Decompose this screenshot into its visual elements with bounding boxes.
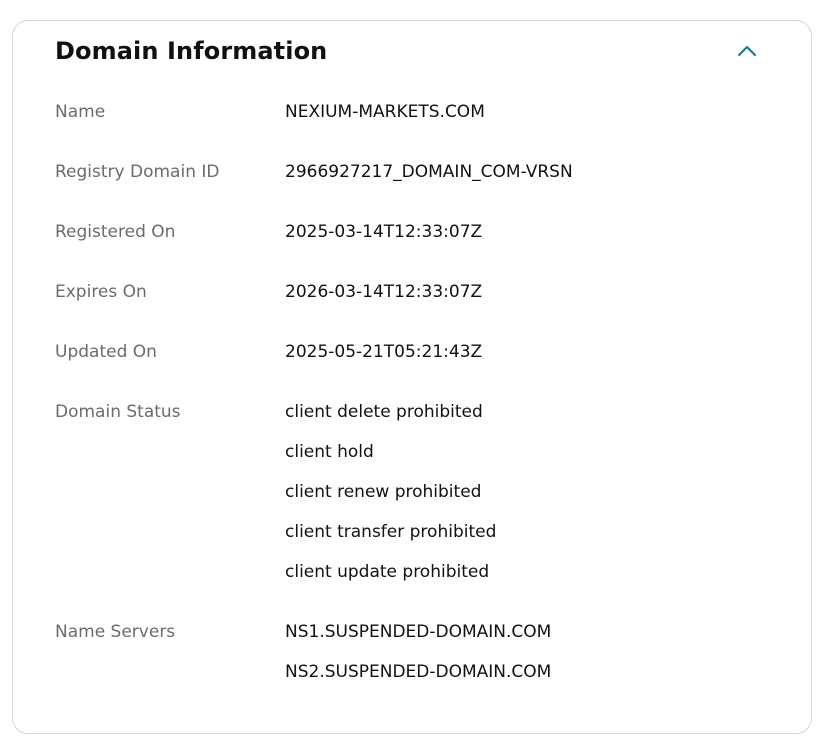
updated-on-label: Updated On (55, 342, 157, 362)
chevron-up-icon (737, 45, 757, 57)
registry-domain-id-label: Registry Domain ID (55, 162, 220, 182)
domain-information-card: Domain Information Name NEXIUM-MARKETS.C… (12, 20, 812, 734)
name-label: Name (55, 102, 106, 122)
name-servers-label: Name Servers (55, 622, 176, 642)
card-title: Domain Information (55, 37, 328, 65)
registry-domain-id-value: 2966927217_DOMAIN_COM-VRSN (285, 162, 573, 182)
domain-status-value: client hold (285, 442, 374, 462)
name-server-value: NS2.SUSPENDED-DOMAIN.COM (285, 662, 552, 682)
domain-status-value: client renew prohibited (285, 482, 482, 502)
domain-status-value: client delete prohibited (285, 402, 483, 422)
name-value: NEXIUM-MARKETS.COM (285, 102, 485, 122)
expires-on-label: Expires On (55, 282, 147, 302)
expires-on-value: 2026-03-14T12:33:07Z (285, 282, 483, 302)
registered-on-label: Registered On (55, 222, 176, 242)
collapse-button[interactable] (731, 37, 763, 65)
name-server-value: NS1.SUSPENDED-DOMAIN.COM (285, 622, 552, 642)
registered-on-value: 2025-03-14T12:33:07Z (285, 222, 483, 242)
domain-status-label: Domain Status (55, 402, 181, 422)
domain-status-value: client update prohibited (285, 562, 490, 582)
updated-on-value: 2025-05-21T05:21:43Z (285, 342, 483, 362)
domain-status-value: client transfer prohibited (285, 522, 497, 542)
